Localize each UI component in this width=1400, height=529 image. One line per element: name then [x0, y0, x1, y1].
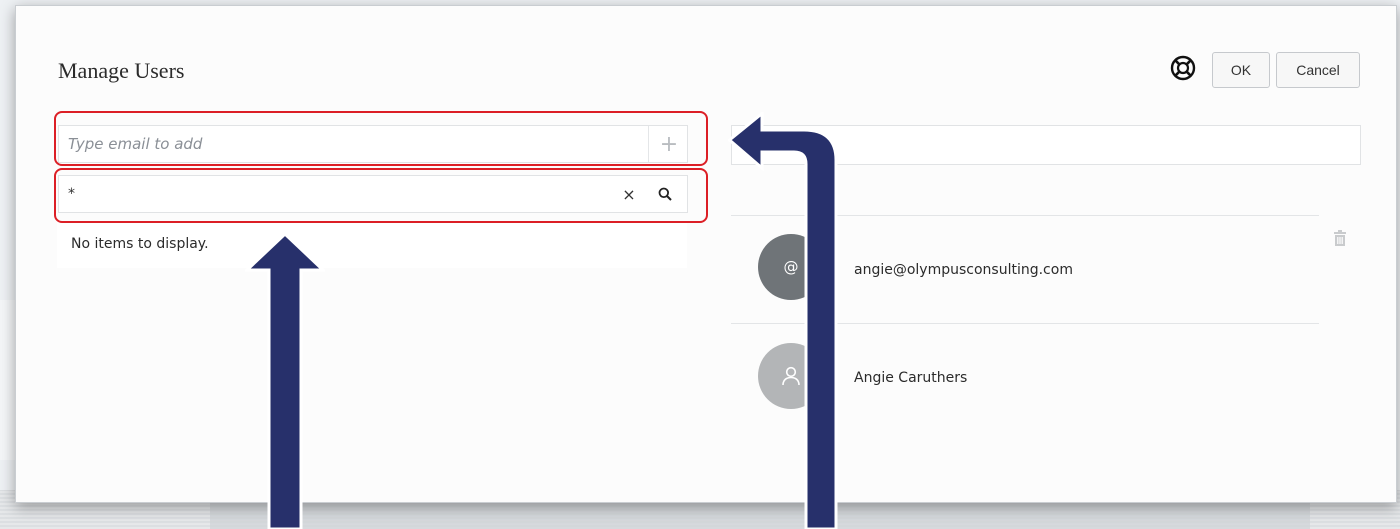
filter-input[interactable] [731, 125, 1361, 165]
empty-results-message: No items to display. [71, 236, 209, 252]
at-icon: @ [783, 258, 799, 276]
user-name: angie@olympusconsulting.com [854, 262, 1073, 278]
close-icon: × [622, 184, 636, 204]
user-avatar [758, 343, 824, 409]
clear-search-button[interactable]: × [617, 176, 641, 212]
search-results: No items to display. [57, 222, 687, 268]
background-block [210, 500, 1310, 529]
search-input[interactable] [59, 176, 609, 212]
search-icon [658, 187, 672, 201]
search-row: × [58, 175, 688, 213]
user-name: Angie Caruthers [854, 370, 968, 386]
add-user-button[interactable]: + [651, 126, 687, 162]
manage-users-dialog: Manage Users OK Cancel + × No items to d… [15, 5, 1397, 503]
user-avatar: @ [758, 234, 824, 300]
add-email-row: + [58, 125, 688, 163]
trash-icon[interactable] [1331, 229, 1349, 247]
list-divider [731, 215, 1319, 216]
person-icon [782, 366, 800, 386]
list-divider [731, 323, 1319, 324]
search-button[interactable] [647, 176, 683, 212]
cancel-button[interactable]: Cancel [1276, 52, 1360, 88]
plus-icon: + [659, 131, 679, 157]
email-add-input[interactable] [59, 126, 649, 162]
help-lifebuoy-icon[interactable] [1170, 55, 1196, 81]
dialog-title: Manage Users [58, 58, 185, 83]
ok-button[interactable]: OK [1212, 52, 1270, 88]
